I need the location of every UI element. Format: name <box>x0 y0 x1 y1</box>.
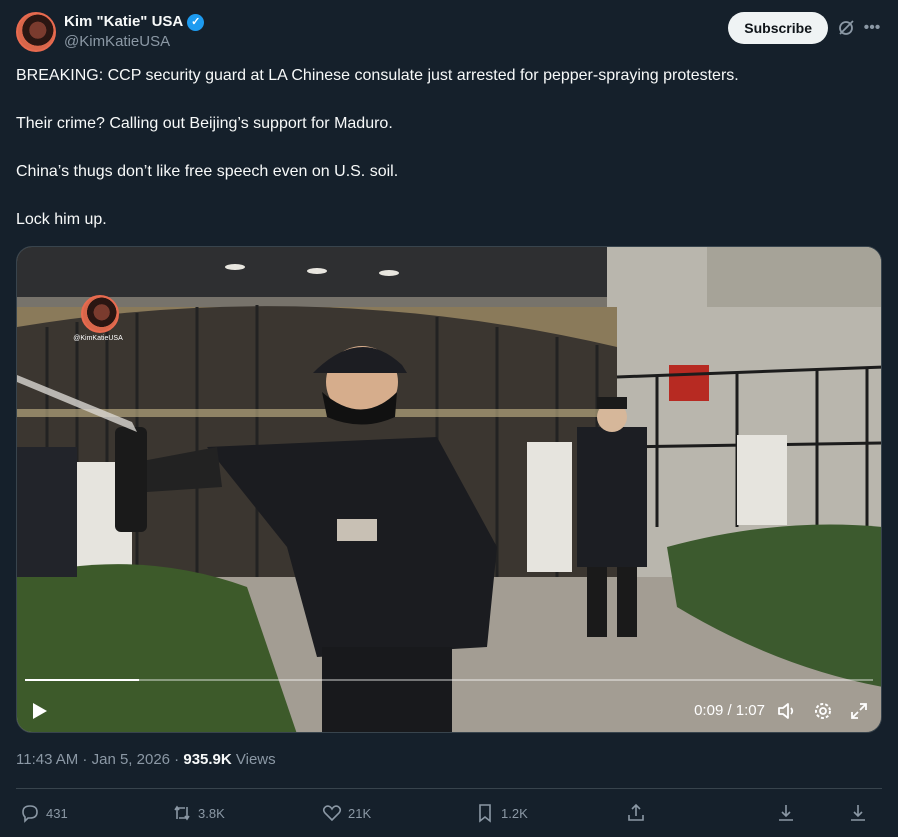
reply-button[interactable]: 431 <box>20 800 68 826</box>
grok-icon[interactable] <box>836 18 856 38</box>
action-bar: 431 3.8K 21K 1.2K <box>16 800 882 826</box>
subscribe-button[interactable]: Subscribe <box>728 12 828 44</box>
display-name[interactable]: Kim "Katie" USA <box>64 12 183 32</box>
verified-badge-icon[interactable]: ✓ <box>187 13 205 31</box>
video-frame[interactable] <box>17 247 882 733</box>
video-progress-fill <box>25 679 139 681</box>
tweet-date[interactable]: Jan 5, 2026 <box>92 751 170 768</box>
reply-count: 431 <box>46 805 68 821</box>
download-video-button[interactable] <box>848 800 868 826</box>
bookmark-count: 1.2K <box>501 805 528 821</box>
reply-icon <box>22 805 38 823</box>
like-count: 21K <box>348 805 372 821</box>
views-label: Views <box>231 751 276 768</box>
retweet-count: 3.8K <box>198 805 225 821</box>
author-handle[interactable]: @KimKatieUSA <box>64 32 204 52</box>
retweet-button[interactable]: 3.8K <box>172 800 225 826</box>
download-button[interactable] <box>776 800 796 826</box>
tweet-paragraph: BREAKING: CCP security guard at LA Chine… <box>16 67 739 84</box>
tweet-paragraph: Lock him up. <box>16 211 107 228</box>
more-icon[interactable]: ••• <box>862 18 882 38</box>
author-block: Kim "Katie" USA ✓ @KimKatieUSA <box>64 12 205 52</box>
download-icon <box>779 805 793 821</box>
share-button[interactable] <box>626 800 646 826</box>
tweet-time[interactable]: 11:43 AM <box>16 751 78 768</box>
download-icon <box>851 805 865 821</box>
heart-icon <box>322 805 342 822</box>
tweet-paragraph: Their crime? Calling out Beijing’s suppo… <box>16 115 393 132</box>
tweet-meta: 11:43 AM · Jan 5, 2026 · 935.9K Views <box>16 750 276 770</box>
tweet-header: Kim "Katie" USA ✓ @KimKatieUSA Subscribe… <box>16 12 882 56</box>
like-button[interactable]: 21K <box>322 800 371 826</box>
meta-separator: · <box>170 751 184 768</box>
fullscreen-icon[interactable] <box>849 701 869 721</box>
video-player[interactable]: @KimKatieUSA 0:09 / 1:07 <box>16 246 882 733</box>
avatar[interactable] <box>16 12 56 52</box>
divider <box>16 788 882 789</box>
video-time: 0:09 / 1:07 <box>694 702 765 719</box>
volume-icon[interactable] <box>777 701 797 721</box>
play-icon[interactable] <box>31 701 49 721</box>
watermark-text: @KimKatieUSA <box>73 335 123 342</box>
watermark-avatar <box>81 295 119 333</box>
share-icon <box>628 803 644 821</box>
tweet-text: BREAKING: CCP security guard at LA Chine… <box>16 64 882 256</box>
bookmark-icon <box>479 804 491 823</box>
meta-separator: · <box>78 751 92 768</box>
tweet-paragraph: China’s thugs don’t like free speech eve… <box>16 163 399 180</box>
views-count[interactable]: 935.9K <box>183 751 231 768</box>
author-name-row[interactable]: Kim "Katie" USA ✓ <box>64 12 205 32</box>
retweet-icon <box>174 805 190 821</box>
bookmark-button[interactable]: 1.2K <box>475 800 528 826</box>
video-progress-bar[interactable] <box>25 679 873 681</box>
settings-icon[interactable] <box>813 701 833 721</box>
video-watermark: @KimKatieUSA <box>73 295 123 342</box>
